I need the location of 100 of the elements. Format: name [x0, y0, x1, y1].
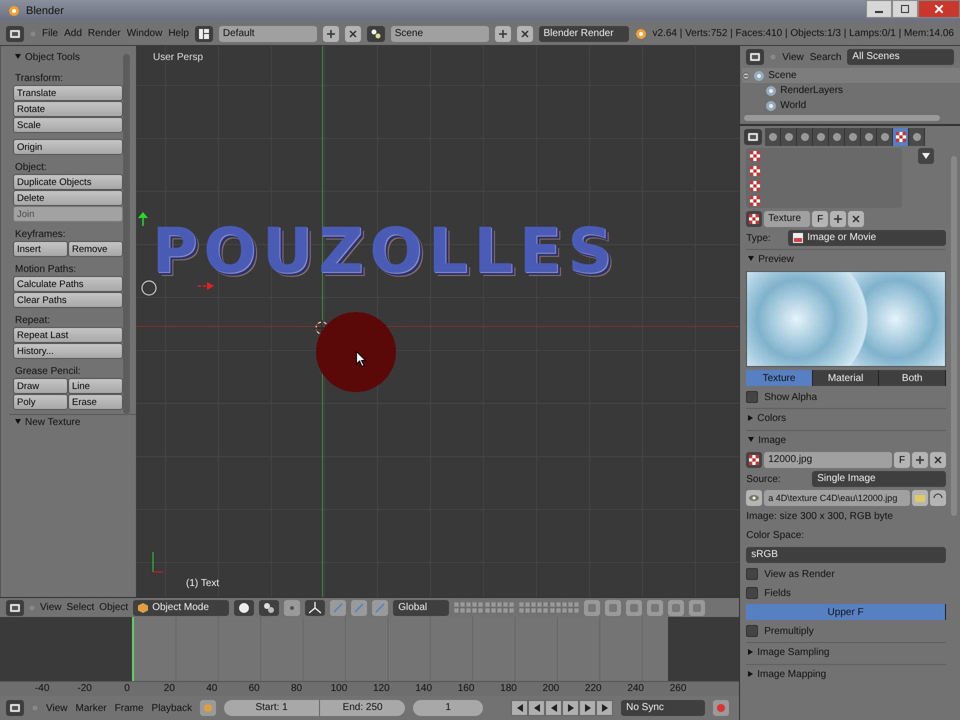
menu-item[interactable]: File	[42, 28, 58, 39]
tree-item[interactable]: World	[754, 98, 960, 113]
tool-button[interactable]: Draw	[13, 378, 68, 394]
editor-type-button[interactable]	[6, 700, 24, 716]
shading-button[interactable]	[259, 600, 280, 616]
pivot-button[interactable]	[284, 600, 300, 616]
unlink-button[interactable]	[848, 211, 864, 227]
display-mode-dropdown[interactable]: All Scenes	[847, 49, 954, 65]
move-down-button[interactable]	[918, 148, 934, 164]
open-folder-button[interactable]	[912, 490, 928, 506]
menu-item[interactable]: View	[46, 702, 68, 714]
menu-item[interactable]: Help	[168, 28, 189, 39]
tree-item[interactable]: RenderLayers	[754, 83, 960, 98]
toggle-button[interactable]: Upper F	[746, 604, 946, 620]
tool-button[interactable]: Repeat Last	[13, 327, 123, 343]
browse-button[interactable]	[746, 211, 762, 227]
mode-dropdown[interactable]: Object Mode	[133, 600, 230, 616]
scrollbar[interactable]	[744, 115, 940, 121]
tool-button[interactable]: Rotate	[13, 101, 123, 117]
tool-button[interactable]: Delete	[13, 190, 123, 206]
unlink-button[interactable]	[930, 452, 946, 468]
file-browse-button[interactable]	[746, 490, 762, 506]
fake-user-button[interactable]: F	[812, 211, 828, 227]
menu-item[interactable]: Window	[126, 28, 162, 39]
scene-name-field[interactable]: Scene	[390, 26, 489, 42]
scrollbar[interactable]	[123, 54, 130, 414]
delete-button[interactable]	[516, 26, 533, 42]
dropdown[interactable]: Single Image	[812, 471, 946, 487]
tool-button[interactable]: Erase	[68, 394, 123, 410]
tree-item[interactable]: Scene	[742, 68, 960, 83]
toggle-button[interactable]: Both	[879, 370, 946, 386]
checkbox[interactable]	[746, 391, 758, 403]
editor-type-button[interactable]	[746, 49, 764, 65]
menu-item[interactable]: View	[782, 52, 804, 62]
tool-button[interactable]: Clear Paths	[13, 292, 123, 308]
menu-item[interactable]: Search	[810, 52, 842, 62]
image-name-field[interactable]: 12000.jpg	[764, 452, 892, 468]
add-button[interactable]	[494, 26, 511, 42]
dropdown[interactable]: sRGB	[746, 547, 946, 563]
playback-button[interactable]	[545, 700, 562, 716]
menu-item[interactable]: Render	[88, 28, 121, 39]
checkbox[interactable]	[746, 587, 758, 599]
editor-type-button[interactable]	[6, 600, 24, 616]
type-dropdown[interactable]: Image or Movie	[788, 230, 946, 246]
tool-button[interactable]: Poly	[13, 394, 68, 410]
tool-button[interactable]: Duplicate Objects	[13, 174, 123, 190]
reload-button[interactable]	[930, 490, 946, 506]
tool-button[interactable]: Origin	[13, 139, 123, 155]
browse-button[interactable]	[746, 452, 762, 468]
playback-button[interactable]	[511, 700, 528, 716]
scene-button[interactable]	[366, 26, 385, 42]
tool-button[interactable]: Calculate Paths	[13, 276, 123, 292]
tool-button[interactable]: Translate	[13, 85, 123, 101]
menu-item[interactable]: Playback	[152, 702, 192, 714]
fake-user-button[interactable]: F	[894, 452, 910, 468]
file-path-field[interactable]: a 4D\texture C4D\eau\12000.jpg	[764, 490, 910, 506]
playback-button[interactable]	[562, 700, 580, 716]
layout-name-field[interactable]: Default	[218, 26, 317, 42]
menu-item[interactable]: Marker	[76, 702, 107, 714]
manipulator-button[interactable]	[305, 600, 326, 616]
properties-tab[interactable]	[893, 128, 910, 146]
menu-item[interactable]: Object	[99, 602, 128, 613]
tool-button[interactable]: Line	[68, 378, 123, 394]
panel-header[interactable]: Image Mapping	[746, 667, 946, 683]
add-button[interactable]	[912, 452, 928, 468]
checkbox[interactable]	[746, 568, 758, 580]
shading-button[interactable]	[234, 600, 254, 616]
panel-header[interactable]: Image	[746, 433, 946, 449]
playback-button[interactable]	[528, 700, 546, 716]
toggle-button[interactable]: Texture	[746, 370, 813, 386]
toggle-button[interactable]: Material	[812, 370, 880, 386]
editor-type-button[interactable]	[744, 129, 762, 145]
tool-button[interactable]: Scale	[13, 117, 123, 133]
menu-item[interactable]: Select	[66, 602, 94, 613]
tool-button[interactable]: History...	[13, 343, 123, 359]
playback-button[interactable]	[596, 700, 614, 716]
menu-item[interactable]: Frame	[114, 702, 144, 714]
panel-header[interactable]: Colors	[746, 411, 946, 427]
tool-button[interactable]: Remove	[68, 241, 123, 257]
layout-button[interactable]	[194, 26, 213, 42]
panel-header[interactable]: Image Sampling	[746, 645, 946, 661]
playback-button[interactable]	[579, 700, 596, 716]
sync-dropdown[interactable]: No Sync	[621, 700, 706, 716]
delete-button[interactable]	[344, 26, 361, 42]
add-button[interactable]	[322, 26, 339, 42]
menu-item[interactable]: View	[40, 602, 62, 613]
panel-header[interactable]: Object Tools	[13, 50, 123, 66]
minimize-button[interactable]	[866, 0, 892, 18]
tool-button[interactable]: Insert	[13, 241, 68, 257]
render-engine-dropdown[interactable]: Blender Render	[538, 26, 629, 42]
editor-type-button[interactable]	[6, 26, 24, 42]
current-frame-field[interactable]: 1	[413, 700, 484, 716]
add-button[interactable]	[830, 211, 846, 227]
end-frame-field[interactable]: End: 250	[320, 700, 406, 716]
orientation-dropdown[interactable]: Global	[393, 600, 450, 616]
texture-name-field[interactable]: Texture	[764, 211, 810, 227]
start-frame-field[interactable]: Start: 1	[224, 700, 320, 716]
panel-header[interactable]: Preview	[746, 252, 946, 268]
close-button[interactable]	[918, 0, 960, 18]
maximize-button[interactable]	[892, 0, 918, 18]
